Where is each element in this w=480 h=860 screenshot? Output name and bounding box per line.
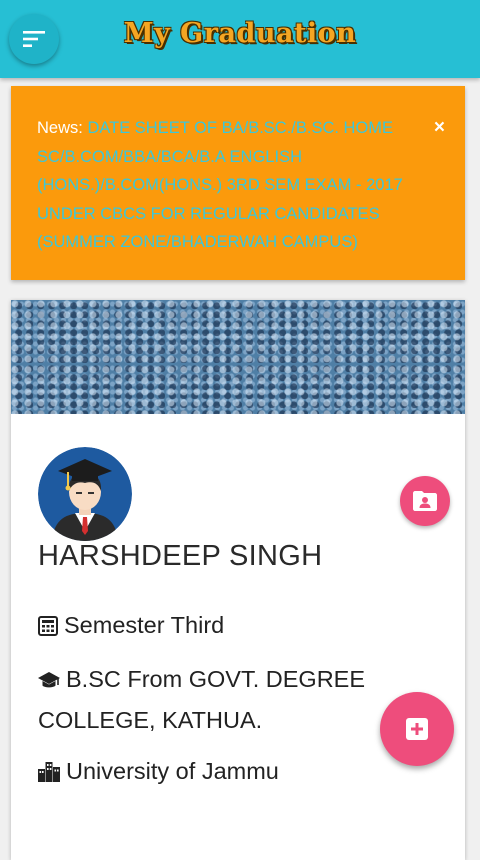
semester-info: Semester Third — [38, 606, 224, 647]
crowd-banner-image — [11, 300, 465, 414]
semester-text: Semester Third — [64, 612, 225, 638]
profile-card: HARSHDEEP SINGH Semester Third B.SC From… — [11, 300, 465, 860]
folder-account-icon — [413, 491, 437, 511]
news-label: News: — [37, 119, 83, 137]
add-button[interactable] — [380, 692, 454, 766]
graduate-avatar-icon — [38, 447, 132, 541]
student-name: HARSHDEEP SINGH — [38, 540, 323, 572]
news-text[interactable]: DATE SHEET OF BA/B.SC./B.SC. HOME SC/B.C… — [37, 119, 403, 251]
city-icon — [38, 755, 60, 793]
add-box-icon — [406, 718, 428, 740]
university-info: University of Jammu — [38, 752, 279, 793]
graduation-cap-icon — [38, 663, 60, 701]
profile-button[interactable] — [400, 476, 450, 526]
calculator-icon — [38, 609, 58, 647]
close-icon[interactable]: × — [434, 118, 445, 138]
app-title: My Graduation — [123, 18, 357, 49]
course-text: B.SC From GOVT. DEGREE COLLEGE, KATHUA. — [38, 666, 366, 733]
app-bar: My Graduation — [0, 0, 480, 78]
course-info: B.SC From GOVT. DEGREE COLLEGE, KATHUA. — [38, 660, 398, 739]
university-text: University of Jammu — [66, 758, 279, 784]
news-banner[interactable]: News: DATE SHEET OF BA/B.SC./B.SC. HOME … — [11, 86, 465, 280]
avatar — [38, 447, 132, 541]
